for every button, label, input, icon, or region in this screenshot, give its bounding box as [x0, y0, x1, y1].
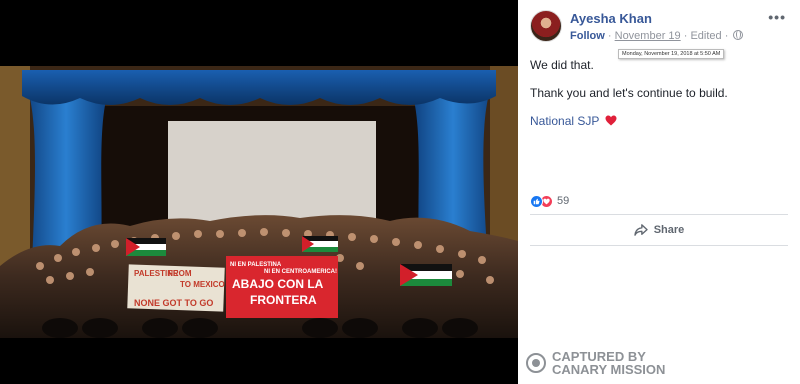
meta-separator: ·	[724, 30, 729, 42]
like-reaction-icon	[530, 194, 543, 208]
more-options-icon[interactable]: •••	[768, 9, 786, 25]
edited-label[interactable]: Edited	[690, 30, 721, 42]
watermark-text: CAPTURED BY CANARY MISSION	[552, 350, 665, 376]
page-link[interactable]: National SJP	[530, 114, 599, 128]
divider	[530, 245, 788, 246]
stage-photo-illustration: PALESTINE FROM TO MEXICO NONE GOT TO GO …	[0, 66, 518, 338]
meta-separator: ·	[607, 30, 612, 42]
svg-text:TO MEXICO: TO MEXICO	[180, 280, 225, 289]
heart-emoji-icon	[605, 115, 616, 126]
share-arrow-icon	[634, 224, 648, 236]
date-tooltip: Monday, November 19, 2018 at 5:50 AM	[618, 49, 725, 59]
svg-text:FRONTERA: FRONTERA	[250, 293, 317, 307]
photo-viewer: PALESTINE FROM TO MEXICO NONE GOT TO GO …	[0, 0, 518, 384]
post-text-line: We did that.	[530, 58, 594, 72]
avatar[interactable]	[530, 10, 562, 42]
canary-logo-icon	[526, 353, 546, 373]
post-text-line: Thank you and let's continue to build.	[530, 86, 728, 100]
follow-link[interactable]: Follow	[570, 30, 605, 42]
post-side-panel: Ayesha Khan Follow · November 19 · Edite…	[518, 0, 800, 384]
svg-text:ABAJO CON LA: ABAJO CON LA	[232, 277, 324, 291]
divider	[530, 214, 788, 215]
globe-icon	[733, 30, 744, 40]
svg-text:NI EN CENTROAMERICA!: NI EN CENTROAMERICA!	[264, 269, 337, 275]
projection-screen	[168, 121, 376, 221]
svg-text:NONE GOT TO GO: NONE GOT TO GO	[134, 298, 213, 308]
author-name[interactable]: Ayesha Khan	[570, 11, 652, 26]
svg-text:FROM: FROM	[168, 269, 192, 278]
flag	[126, 238, 166, 256]
reactions-summary[interactable]: 59	[530, 193, 569, 209]
post-date-link[interactable]: November 19	[615, 30, 681, 42]
svg-text:NI EN PALESTINA: NI EN PALESTINA	[230, 262, 282, 268]
meta-separator: ·	[683, 30, 688, 42]
post-photo[interactable]: PALESTINE FROM TO MEXICO NONE GOT TO GO …	[0, 66, 518, 338]
watermark-line: CANARY MISSION	[552, 362, 666, 377]
post-meta: Follow · November 19 · Edited ·	[570, 30, 744, 42]
share-label: Share	[653, 224, 685, 236]
post-text-line: National SJP	[530, 114, 617, 128]
canary-mission-watermark: CAPTURED BY CANARY MISSION	[526, 350, 665, 376]
reaction-count: 59	[557, 195, 570, 207]
share-button[interactable]: Share	[518, 220, 800, 240]
